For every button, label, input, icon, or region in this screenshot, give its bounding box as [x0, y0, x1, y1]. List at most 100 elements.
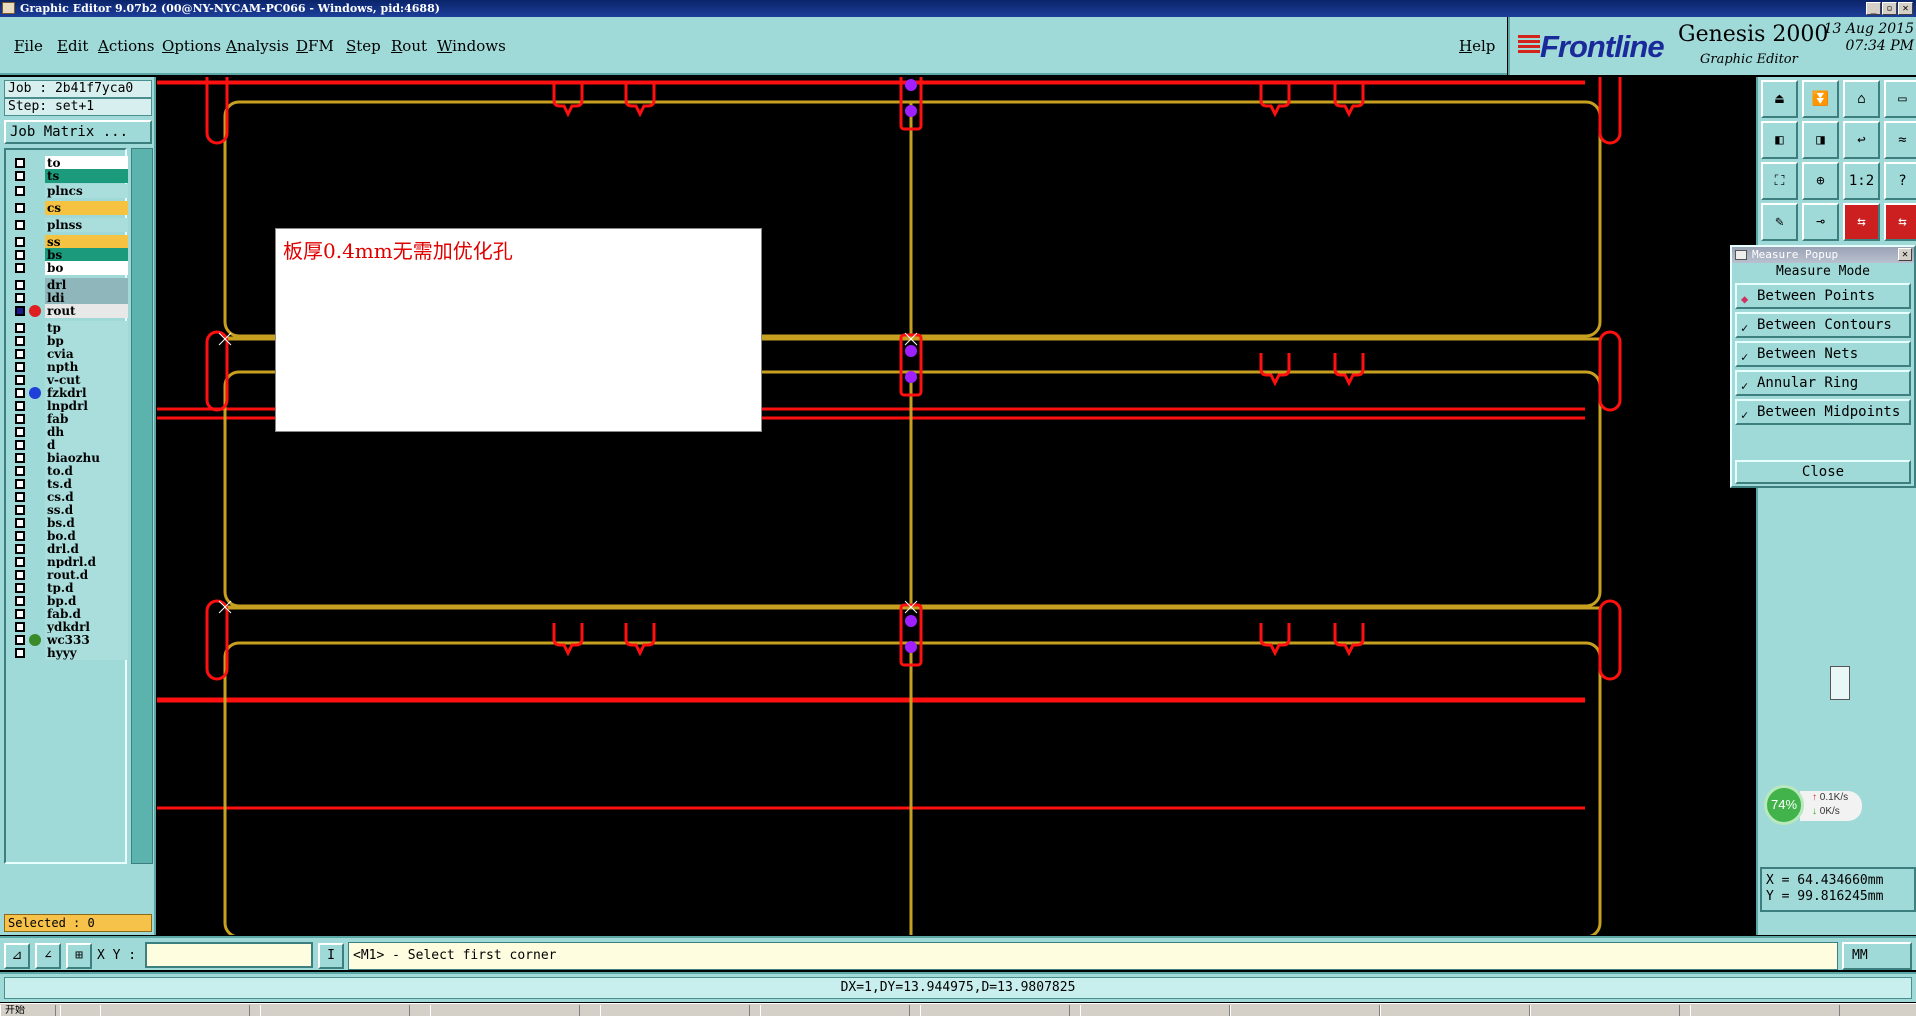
layer-checkbox[interactable] [15, 479, 25, 489]
layer-checkbox[interactable] [15, 466, 25, 476]
layer-row[interactable]: ts.d [9, 477, 128, 491]
menu-dfm[interactable]: DFM [296, 37, 334, 55]
layer-row[interactable]: hyyy [9, 646, 128, 660]
layer-row[interactable]: fzkdrl [9, 386, 128, 400]
layer-row[interactable]: plncs [9, 184, 128, 198]
layer-name[interactable]: bo.d [45, 529, 128, 543]
angle-mode-icon[interactable]: ∠ [35, 943, 61, 969]
layer-row[interactable]: rout [9, 304, 128, 318]
layer-name[interactable]: fab [45, 412, 128, 426]
layer-row[interactable]: dh [9, 425, 128, 439]
popup-close-icon[interactable]: ✕ [1898, 248, 1912, 261]
measure-option[interactable]: ✓ Between Midpoints [1735, 399, 1911, 425]
layer-checkbox[interactable] [15, 583, 25, 593]
snap-mode-icon[interactable]: ⊿ [4, 943, 30, 969]
layer-row[interactable]: npth [9, 360, 128, 374]
layer-name[interactable]: to [45, 156, 128, 170]
layer-name[interactable]: plnss [45, 218, 128, 232]
layer-row[interactable]: ldi [9, 291, 128, 305]
layer-checkbox[interactable] [15, 250, 25, 260]
layer-row[interactable]: to [9, 156, 128, 170]
layer-checkbox[interactable] [15, 622, 25, 632]
layer-checkbox[interactable] [15, 648, 25, 658]
layer-toggle-icon[interactable]: ⇆ [1843, 203, 1880, 241]
menu-actions[interactable]: Actions [98, 37, 154, 55]
taskbar-item[interactable] [1690, 1005, 1840, 1016]
grid-mode-icon[interactable]: ⊞ [66, 943, 92, 969]
start-button[interactable]: 开始 [0, 1005, 56, 1016]
layer-checkbox[interactable] [15, 401, 25, 411]
layer-row[interactable]: ts [9, 169, 128, 183]
layer-name[interactable]: drl [45, 278, 128, 292]
measure-option[interactable]: ◆ Between Points [1735, 283, 1911, 309]
layer-checkbox[interactable] [15, 505, 25, 515]
menu-rout[interactable]: Rout [391, 37, 427, 55]
text-cursor-icon[interactable]: I [318, 943, 344, 969]
layer-checkbox[interactable] [15, 635, 25, 645]
layer-row[interactable]: plnss [9, 218, 128, 232]
layer-name[interactable]: ss [45, 235, 128, 249]
layer-name[interactable]: bp [45, 334, 128, 348]
layer-name[interactable]: cvia [45, 347, 128, 361]
taskbar-item[interactable] [600, 1005, 750, 1016]
menu-step[interactable]: Step [346, 37, 381, 55]
layer-checkbox[interactable] [15, 158, 25, 168]
layer-name[interactable]: ts [45, 169, 128, 183]
layer-row[interactable]: rout.d [9, 568, 128, 582]
layer-checkbox[interactable] [15, 375, 25, 385]
layer-name[interactable]: rout [45, 304, 128, 318]
layer-checkbox[interactable] [15, 186, 25, 196]
minimize-button[interactable]: _ [1866, 2, 1881, 15]
layer-row[interactable]: cs.d [9, 490, 128, 504]
layer-checkbox[interactable] [15, 293, 25, 303]
layer-name[interactable]: ss.d [45, 503, 128, 517]
taskbar-item[interactable] [1530, 1005, 1680, 1016]
layer-list-scrollbar[interactable] [131, 148, 153, 864]
layer-row[interactable]: cvia [9, 347, 128, 361]
layer-row[interactable]: cs [9, 201, 128, 215]
redraw-icon[interactable]: ≈ [1884, 121, 1916, 159]
menu-windows[interactable]: Windows [437, 37, 506, 55]
layer-checkbox[interactable] [15, 453, 25, 463]
layer-checkbox[interactable] [15, 518, 25, 528]
layer-toggle2-icon[interactable]: ⇆ [1884, 203, 1916, 241]
layer-checkbox[interactable] [15, 557, 25, 567]
taskbar-item[interactable] [1080, 1005, 1230, 1016]
taskbar-item[interactable] [1230, 1005, 1380, 1016]
taskbar-item[interactable] [260, 1005, 410, 1016]
layer-checkbox[interactable] [15, 263, 25, 273]
layer-name[interactable]: d [45, 438, 128, 452]
layer-checkbox[interactable] [15, 280, 25, 290]
one-to-two-icon[interactable]: 1:2 [1843, 162, 1880, 200]
layer-checkbox[interactable] [15, 336, 25, 346]
layer-row[interactable]: fab.d [9, 607, 128, 621]
layer-name[interactable]: bs.d [45, 516, 128, 530]
zoom-in-icon[interactable]: ⏬ [1802, 80, 1839, 118]
layer-row[interactable]: fab [9, 412, 128, 426]
layer-row[interactable]: biaozhu [9, 451, 128, 465]
layer-checkbox[interactable] [15, 203, 25, 213]
restore-button[interactable]: ▫ [1882, 2, 1897, 15]
layer-row[interactable]: ss [9, 235, 128, 249]
layer-row[interactable]: bo [9, 261, 128, 275]
layer-checkbox[interactable] [15, 306, 25, 316]
layer-name[interactable]: to.d [45, 464, 128, 478]
close-window-button[interactable]: ✕ [1898, 2, 1913, 15]
menu-analysis[interactable]: Analysis [226, 37, 289, 55]
home-icon[interactable]: ⌂ [1843, 80, 1880, 118]
taskbar-item[interactable] [430, 1005, 580, 1016]
menu-edit[interactable]: Edit [57, 37, 88, 55]
undo-view-icon[interactable]: ↩ [1843, 121, 1880, 159]
layer-checkbox[interactable] [15, 427, 25, 437]
layer-checkbox[interactable] [15, 237, 25, 247]
measure-close-button[interactable]: Close [1735, 460, 1911, 484]
measure-option[interactable]: ✓ Between Nets [1735, 341, 1911, 367]
fit-profile-icon[interactable]: ⊕ [1802, 162, 1839, 200]
layer-checkbox[interactable] [15, 609, 25, 619]
layer-checkbox[interactable] [15, 323, 25, 333]
taskbar-item[interactable] [920, 1005, 1070, 1016]
job-matrix-button[interactable]: Job Matrix ... [4, 120, 152, 144]
menu-file[interactable]: File [14, 37, 43, 55]
taskbar-item[interactable] [760, 1005, 910, 1016]
layer-name[interactable]: hyyy [45, 646, 128, 660]
